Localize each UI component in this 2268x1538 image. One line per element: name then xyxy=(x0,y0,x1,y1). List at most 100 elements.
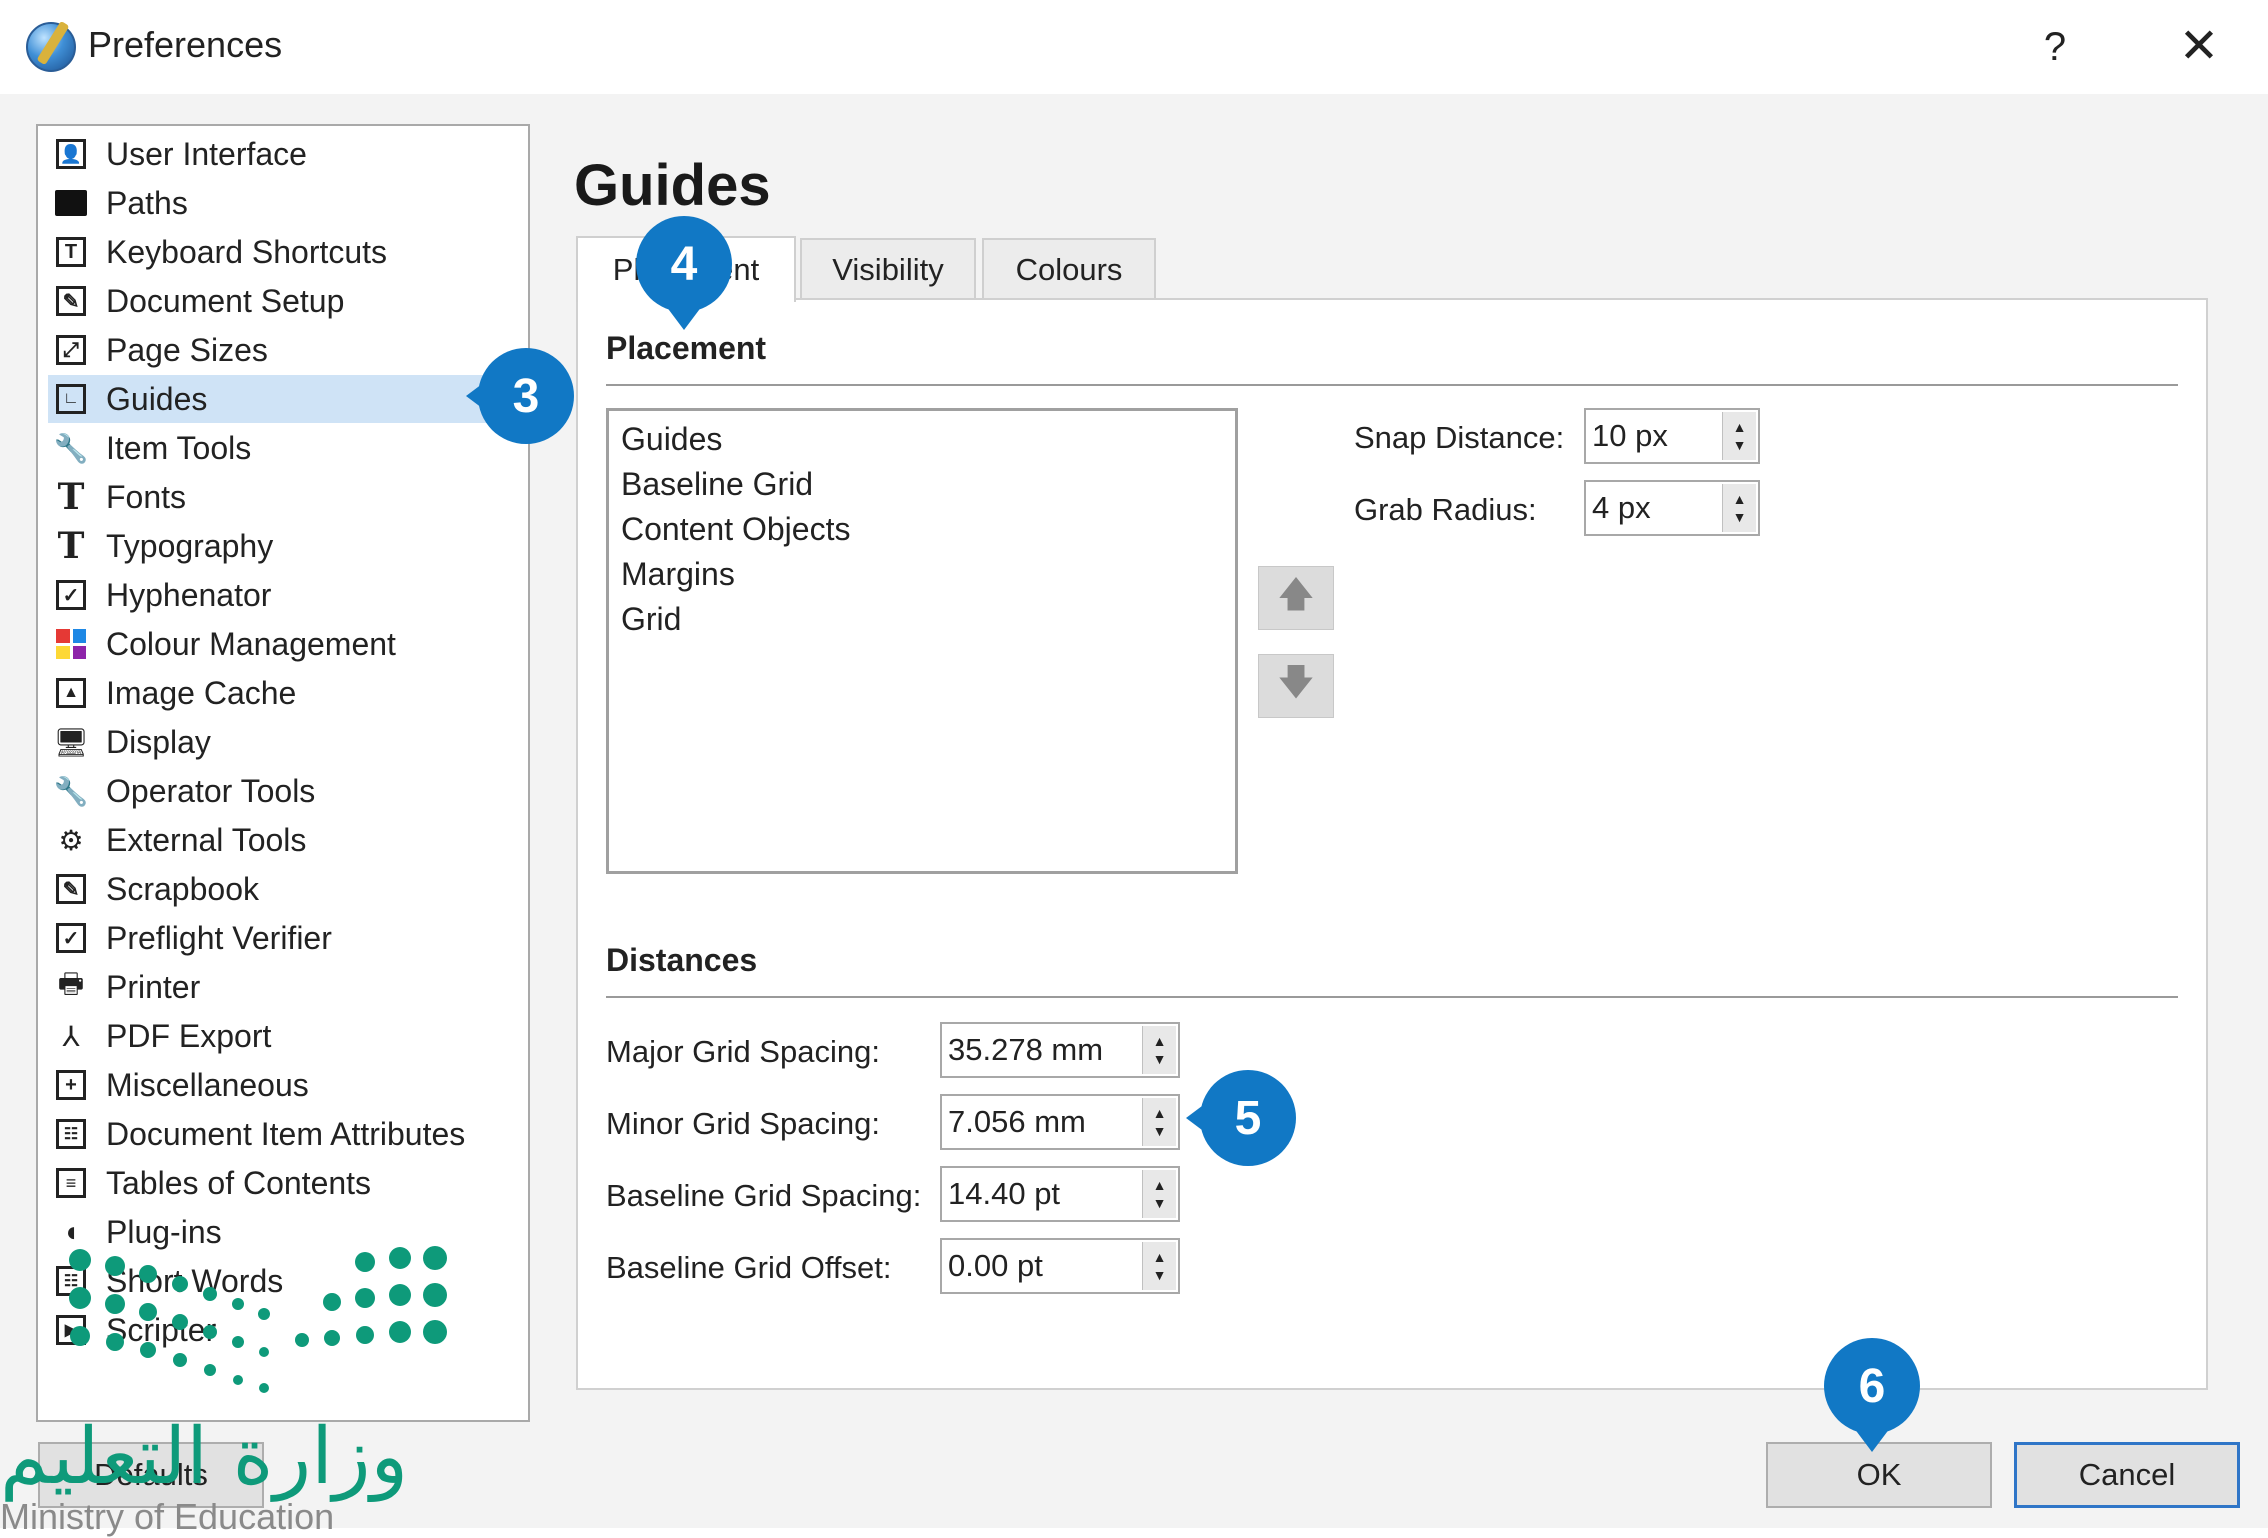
minor-grid-spacing-value: 7.056 mm xyxy=(948,1104,1086,1139)
user-interface-icon: 👤 xyxy=(54,137,88,171)
preferences-dialog: Preferences ? ✕ 👤 User Interface Paths T… xyxy=(0,0,2268,1537)
spin-arrows-icon[interactable]: ▲ ▼ xyxy=(1142,1242,1176,1290)
grab-radius-value: 4 px xyxy=(1592,490,1651,525)
sidebar-item-label: PDF Export xyxy=(106,1017,272,1054)
list-item[interactable]: Baseline Grid xyxy=(621,466,813,503)
baseline-grid-offset-value: 0.00 pt xyxy=(948,1248,1043,1283)
app-icon xyxy=(26,22,76,72)
sidebar-item-image-cache[interactable]: ▲ Image Cache xyxy=(48,669,518,717)
sidebar-item-colour-management[interactable]: Colour Management xyxy=(48,620,518,668)
sidebar-item-tables-of-contents[interactable]: ≡ Tables of Contents xyxy=(48,1159,518,1207)
sidebar-item-display[interactable]: 🖥 Display xyxy=(48,718,518,766)
baseline-grid-offset-spinbox[interactable]: 0.00 pt ▲ ▼ xyxy=(940,1238,1180,1294)
minor-grid-spacing-label: Minor Grid Spacing: xyxy=(606,1106,880,1141)
attributes-icon: ☷ xyxy=(54,1117,88,1151)
major-grid-spacing-value: 35.278 mm xyxy=(948,1032,1104,1067)
sidebar-item-paths[interactable]: Paths xyxy=(48,179,518,227)
sidebar-item-label: Printer xyxy=(106,968,201,1005)
document-setup-icon: ✎ xyxy=(54,284,88,318)
sidebar-item-document-setup[interactable]: ✎ Document Setup xyxy=(48,277,518,325)
callout-3: 3 xyxy=(478,348,574,444)
title-bar: Preferences ? ✕ xyxy=(0,0,2268,94)
checkbox-icon: ✓ xyxy=(54,578,88,612)
callout-5-pointer xyxy=(1186,1100,1210,1136)
sidebar-item-label: Hyphenator xyxy=(106,576,272,613)
sidebar-item-guides[interactable]: ∟ Guides xyxy=(48,375,518,423)
callout-6: 6 xyxy=(1824,1338,1920,1434)
page-title: Guides xyxy=(574,153,771,218)
colour-management-icon xyxy=(54,627,88,661)
guide-placement-list[interactable]: Guides Baseline Grid Content Objects Mar… xyxy=(606,408,1238,874)
display-icon: 🖥 xyxy=(53,726,89,758)
sidebar-item-fonts[interactable]: T Fonts xyxy=(48,473,518,521)
sidebar-item-label: Scrapbook xyxy=(106,870,259,907)
sidebar-item-scrapbook[interactable]: ✎ Scrapbook xyxy=(48,865,518,913)
page-sizes-icon: ⤢ xyxy=(54,333,88,367)
sidebar-item-item-tools[interactable]: 🔧 Item Tools xyxy=(48,424,518,472)
cancel-button[interactable]: Cancel xyxy=(2014,1442,2240,1508)
snap-distance-label: Snap Distance: xyxy=(1354,420,1565,455)
baseline-grid-spacing-spinbox[interactable]: 14.40 pt ▲ ▼ xyxy=(940,1166,1180,1222)
sidebar-item-label: Preflight Verifier xyxy=(106,919,332,956)
sidebar-item-hyphenator[interactable]: ✓ Hyphenator xyxy=(48,571,518,619)
preferences-sidebar: 👤 User Interface Paths T Keyboard Shortc… xyxy=(36,124,530,1422)
sidebar-item-miscellaneous[interactable]: + Miscellaneous xyxy=(48,1061,518,1109)
sidebar-item-label: Guides xyxy=(106,380,208,417)
checkbox-icon: ✓ xyxy=(54,921,88,955)
tab-visibility[interactable]: Visibility xyxy=(800,238,976,300)
grab-radius-spinbox[interactable]: 4 px ▲ ▼ xyxy=(1584,480,1760,536)
major-grid-spacing-spinbox[interactable]: 35.278 mm ▲ ▼ xyxy=(940,1022,1180,1078)
sidebar-item-keyboard-shortcuts[interactable]: T Keyboard Shortcuts xyxy=(48,228,518,276)
sidebar-item-external-tools[interactable]: ⚙ External Tools xyxy=(48,816,518,864)
close-button[interactable]: ✕ xyxy=(2164,16,2234,78)
list-item[interactable]: Grid xyxy=(621,601,681,638)
distances-section-title: Distances xyxy=(606,942,758,978)
spin-arrows-icon[interactable]: ▲ ▼ xyxy=(1722,484,1756,532)
spin-arrows-icon[interactable]: ▲ ▼ xyxy=(1722,412,1756,460)
sidebar-item-label: Fonts xyxy=(106,478,187,515)
baseline-grid-offset-label: Baseline Grid Offset: xyxy=(606,1250,892,1285)
arrow-up-icon: 🡅 xyxy=(1277,572,1315,614)
list-item[interactable]: Margins xyxy=(621,556,735,593)
tab-colours[interactable]: Colours xyxy=(982,238,1156,300)
list-icon: ≡ xyxy=(54,1166,88,1200)
sidebar-item-user-interface[interactable]: 👤 User Interface xyxy=(48,130,518,178)
sidebar-item-label: External Tools xyxy=(106,821,307,858)
guides-icon: ∟ xyxy=(54,382,88,416)
move-down-button[interactable]: 🡇 xyxy=(1258,654,1334,718)
sidebar-item-label: Paths xyxy=(106,184,188,221)
sidebar-item-label: Typography xyxy=(106,527,274,564)
sidebar-item-document-item-attributes[interactable]: ☷ Document Item Attributes xyxy=(48,1110,518,1158)
move-up-button[interactable]: 🡅 xyxy=(1258,566,1334,630)
help-button[interactable]: ? xyxy=(2020,16,2090,78)
spin-arrows-icon[interactable]: ▲ ▼ xyxy=(1142,1026,1176,1074)
grab-radius-label: Grab Radius: xyxy=(1354,492,1537,527)
sidebar-item-pdf-export[interactable]: ⅄ PDF Export xyxy=(48,1012,518,1060)
sidebar-item-operator-tools[interactable]: 🔧 Operator Tools xyxy=(48,767,518,815)
image-icon: ▲ xyxy=(54,676,88,710)
sidebar-item-printer[interactable]: 🖶 Printer xyxy=(48,963,518,1011)
snap-distance-spinbox[interactable]: 10 px ▲ ▼ xyxy=(1584,408,1760,464)
wrench-icon: 🔧 xyxy=(53,775,89,807)
sidebar-item-label: User Interface xyxy=(106,135,307,172)
distances-separator xyxy=(606,996,2178,998)
printer-icon: 🖶 xyxy=(57,968,85,999)
ministry-logo-english: Ministry of Education xyxy=(0,1496,335,1537)
minor-grid-spacing-spinbox[interactable]: 7.056 mm ▲ ▼ xyxy=(940,1094,1180,1150)
spin-arrows-icon[interactable]: ▲ ▼ xyxy=(1142,1098,1176,1146)
list-item[interactable]: Content Objects xyxy=(621,511,850,548)
sidebar-item-label: Keyboard Shortcuts xyxy=(106,233,388,270)
arrow-down-icon: 🡇 xyxy=(1277,660,1315,702)
sidebar-item-typography[interactable]: T Typography xyxy=(48,522,518,570)
placement-separator xyxy=(606,384,2178,386)
list-item[interactable]: Guides xyxy=(621,421,722,458)
callout-4-pointer xyxy=(666,306,702,330)
callout-4: 4 xyxy=(636,216,732,312)
spin-arrows-icon[interactable]: ▲ ▼ xyxy=(1142,1170,1176,1218)
sidebar-item-preflight-verifier[interactable]: ✓ Preflight Verifier xyxy=(48,914,518,962)
snap-distance-value: 10 px xyxy=(1592,418,1668,453)
sidebar-item-label: Document Setup xyxy=(106,282,345,319)
sidebar-item-page-sizes[interactable]: ⤢ Page Sizes xyxy=(48,326,518,374)
sidebar-item-label: Display xyxy=(106,723,211,760)
folder-icon xyxy=(54,186,88,220)
